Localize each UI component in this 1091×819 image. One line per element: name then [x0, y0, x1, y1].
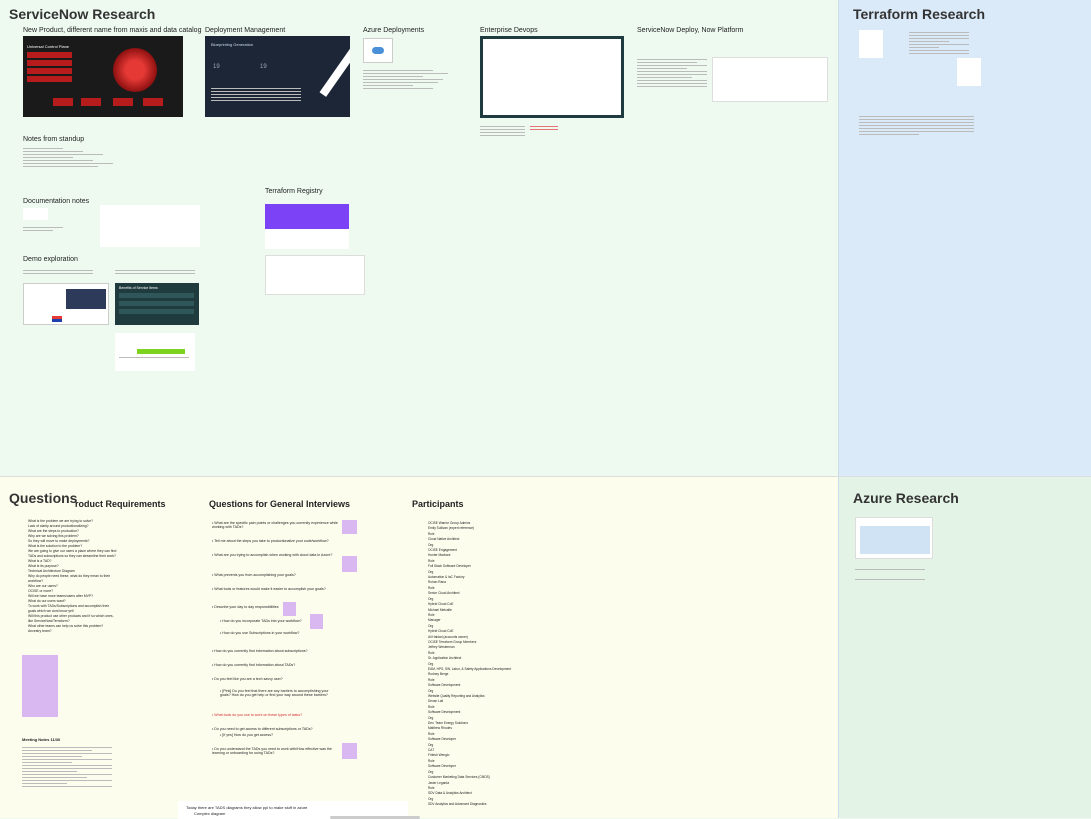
interview-question: • Tell me about the steps you take to pr…	[212, 539, 329, 543]
flag-icon	[52, 316, 62, 322]
documentation-screenshot-a[interactable]	[23, 208, 48, 220]
questions-section: Questions roduct Requirements What is th…	[0, 476, 838, 819]
demo-dark-panel[interactable]: Benefits of Service Items	[115, 283, 199, 325]
frame-title-deployment[interactable]: Deployment Management	[205, 27, 285, 34]
sticky-note[interactable]	[342, 556, 357, 572]
frame-title-documentation[interactable]: Documentation notes	[23, 198, 89, 205]
standup-notes	[23, 146, 123, 176]
servicenow-section: ServiceNow Research New Product, differe…	[0, 0, 838, 476]
product-requirements-heading: roduct Requirements	[75, 499, 166, 509]
terraform-registry-page[interactable]	[265, 229, 349, 249]
general-questions-list: • What are the specific pain points or c…	[212, 521, 342, 755]
section-title: Questions	[9, 490, 78, 506]
interview-question: • What are you trying to accomplish when…	[212, 553, 333, 557]
terraform-registry-banner[interactable]	[265, 204, 349, 229]
cloud-icon	[372, 47, 384, 54]
sn-deploy-screenshot[interactable]	[712, 57, 828, 102]
participants-list: OCISE Warrior Group AdminsEmily Sullivan…	[420, 521, 570, 819]
participants-heading: Participants	[412, 499, 464, 509]
interview-question: • How do you currently find information …	[212, 663, 296, 667]
terraform-screenshot-a[interactable]	[859, 30, 883, 58]
interview-question: • Do you need to get access to different…	[212, 727, 313, 731]
demo-screenshot[interactable]	[23, 283, 109, 325]
frame-title-terraform-registry[interactable]: Terraform Registry	[265, 188, 323, 195]
enterprise-devops-notes	[480, 124, 525, 146]
interview-question: • What tools do you use to work on these…	[212, 713, 303, 717]
deployment-dashboard-image[interactable]: Blueprinting Generation 19 19	[205, 36, 350, 117]
section-title: Azure Research	[853, 490, 959, 506]
sn-deploy-notes	[637, 57, 707, 117]
demo-notes-b	[115, 268, 195, 280]
frame-title-enterprise-devops[interactable]: Enterprise Devops	[480, 27, 538, 34]
section-title: Terraform Research	[853, 6, 986, 22]
sticky-note[interactable]	[310, 614, 323, 629]
enterprise-devops-red-note	[530, 124, 558, 132]
documentation-table[interactable]	[100, 205, 200, 247]
stat-number-a: 19	[213, 64, 220, 70]
demo-flow-diagram[interactable]	[115, 333, 195, 371]
interview-question: • [If yes] How do you get access?	[220, 733, 273, 737]
product-requirements-list: What is the problem we are trying to sol…	[20, 519, 150, 649]
terraform-registry-detail[interactable]	[265, 255, 365, 295]
frame-title-notes-standup[interactable]: Notes from standup	[23, 136, 84, 143]
participant-item: SDV Analytics and Advanced Diagnostics	[428, 802, 570, 807]
footer-line-1: Today there are TADS diagrams they allow…	[186, 805, 308, 810]
azure-diagram-image[interactable]	[855, 517, 933, 559]
interview-question: • How do you currently find information …	[212, 649, 308, 653]
frame-title-azure-deployments[interactable]: Azure Deployments	[363, 27, 424, 34]
terraform-screenshot-b[interactable]	[957, 58, 981, 86]
stat-number-b: 19	[260, 64, 267, 70]
azure-deployments-image[interactable]	[363, 38, 393, 63]
terraform-notes-b	[859, 114, 974, 156]
interview-question: • What are the specific pain points or c…	[212, 521, 338, 529]
interview-question: • What tools or features would make it e…	[212, 587, 326, 591]
interview-question: • Do you understand the TADs you need to…	[212, 747, 332, 755]
sticky-note[interactable]	[342, 520, 357, 534]
azure-note-a	[855, 567, 925, 573]
interview-question: • [Pink] Do you feel that there are any …	[220, 689, 329, 697]
interview-question: • Describe your day to day responsibilit…	[212, 605, 279, 609]
hexagon-cluster-icon	[113, 48, 157, 92]
frame-title-new-product[interactable]: New Product, different name from maxis a…	[23, 27, 201, 34]
documentation-notes	[23, 225, 63, 237]
requirement-item: Ancestry team?	[28, 629, 150, 634]
interview-question: • Do you feel like you are a tech savvy …	[212, 677, 283, 681]
terraform-section: Terraform Research	[838, 0, 1091, 476]
footer-line-2: Complex diagram	[194, 811, 226, 816]
sticky-note[interactable]	[22, 655, 58, 717]
azure-note-b	[855, 577, 925, 583]
red-panel-title: Universal Control Plane	[27, 44, 70, 49]
enterprise-devops-image[interactable]	[480, 36, 624, 118]
sticky-note[interactable]	[342, 743, 357, 759]
demo-panel-title: Benefits of Service Items	[119, 286, 158, 290]
interview-question: • What prevents you from accomplishing y…	[212, 573, 296, 577]
meeting-notes-title: Meeting Notes 11/30	[22, 737, 61, 742]
meeting-notes-lines	[22, 745, 112, 815]
section-title: ServiceNow Research	[9, 6, 156, 22]
demo-notes	[23, 268, 93, 280]
azure-deployments-notes	[363, 68, 453, 118]
general-interviews-heading: Questions for General Interviews	[209, 499, 351, 509]
frame-title-demo[interactable]: Demo exploration	[23, 256, 78, 263]
sticky-note[interactable]	[283, 602, 296, 616]
frame-title-sn-deploy[interactable]: ServiceNow Deploy, Now Platform	[637, 27, 743, 34]
azure-section: Azure Research	[838, 476, 1091, 818]
red-architecture-image[interactable]: Universal Control Plane	[23, 36, 183, 117]
deployment-panel-title: Blueprinting Generation	[211, 42, 254, 47]
interview-question: • How do you use Subscriptions in your w…	[220, 631, 300, 635]
